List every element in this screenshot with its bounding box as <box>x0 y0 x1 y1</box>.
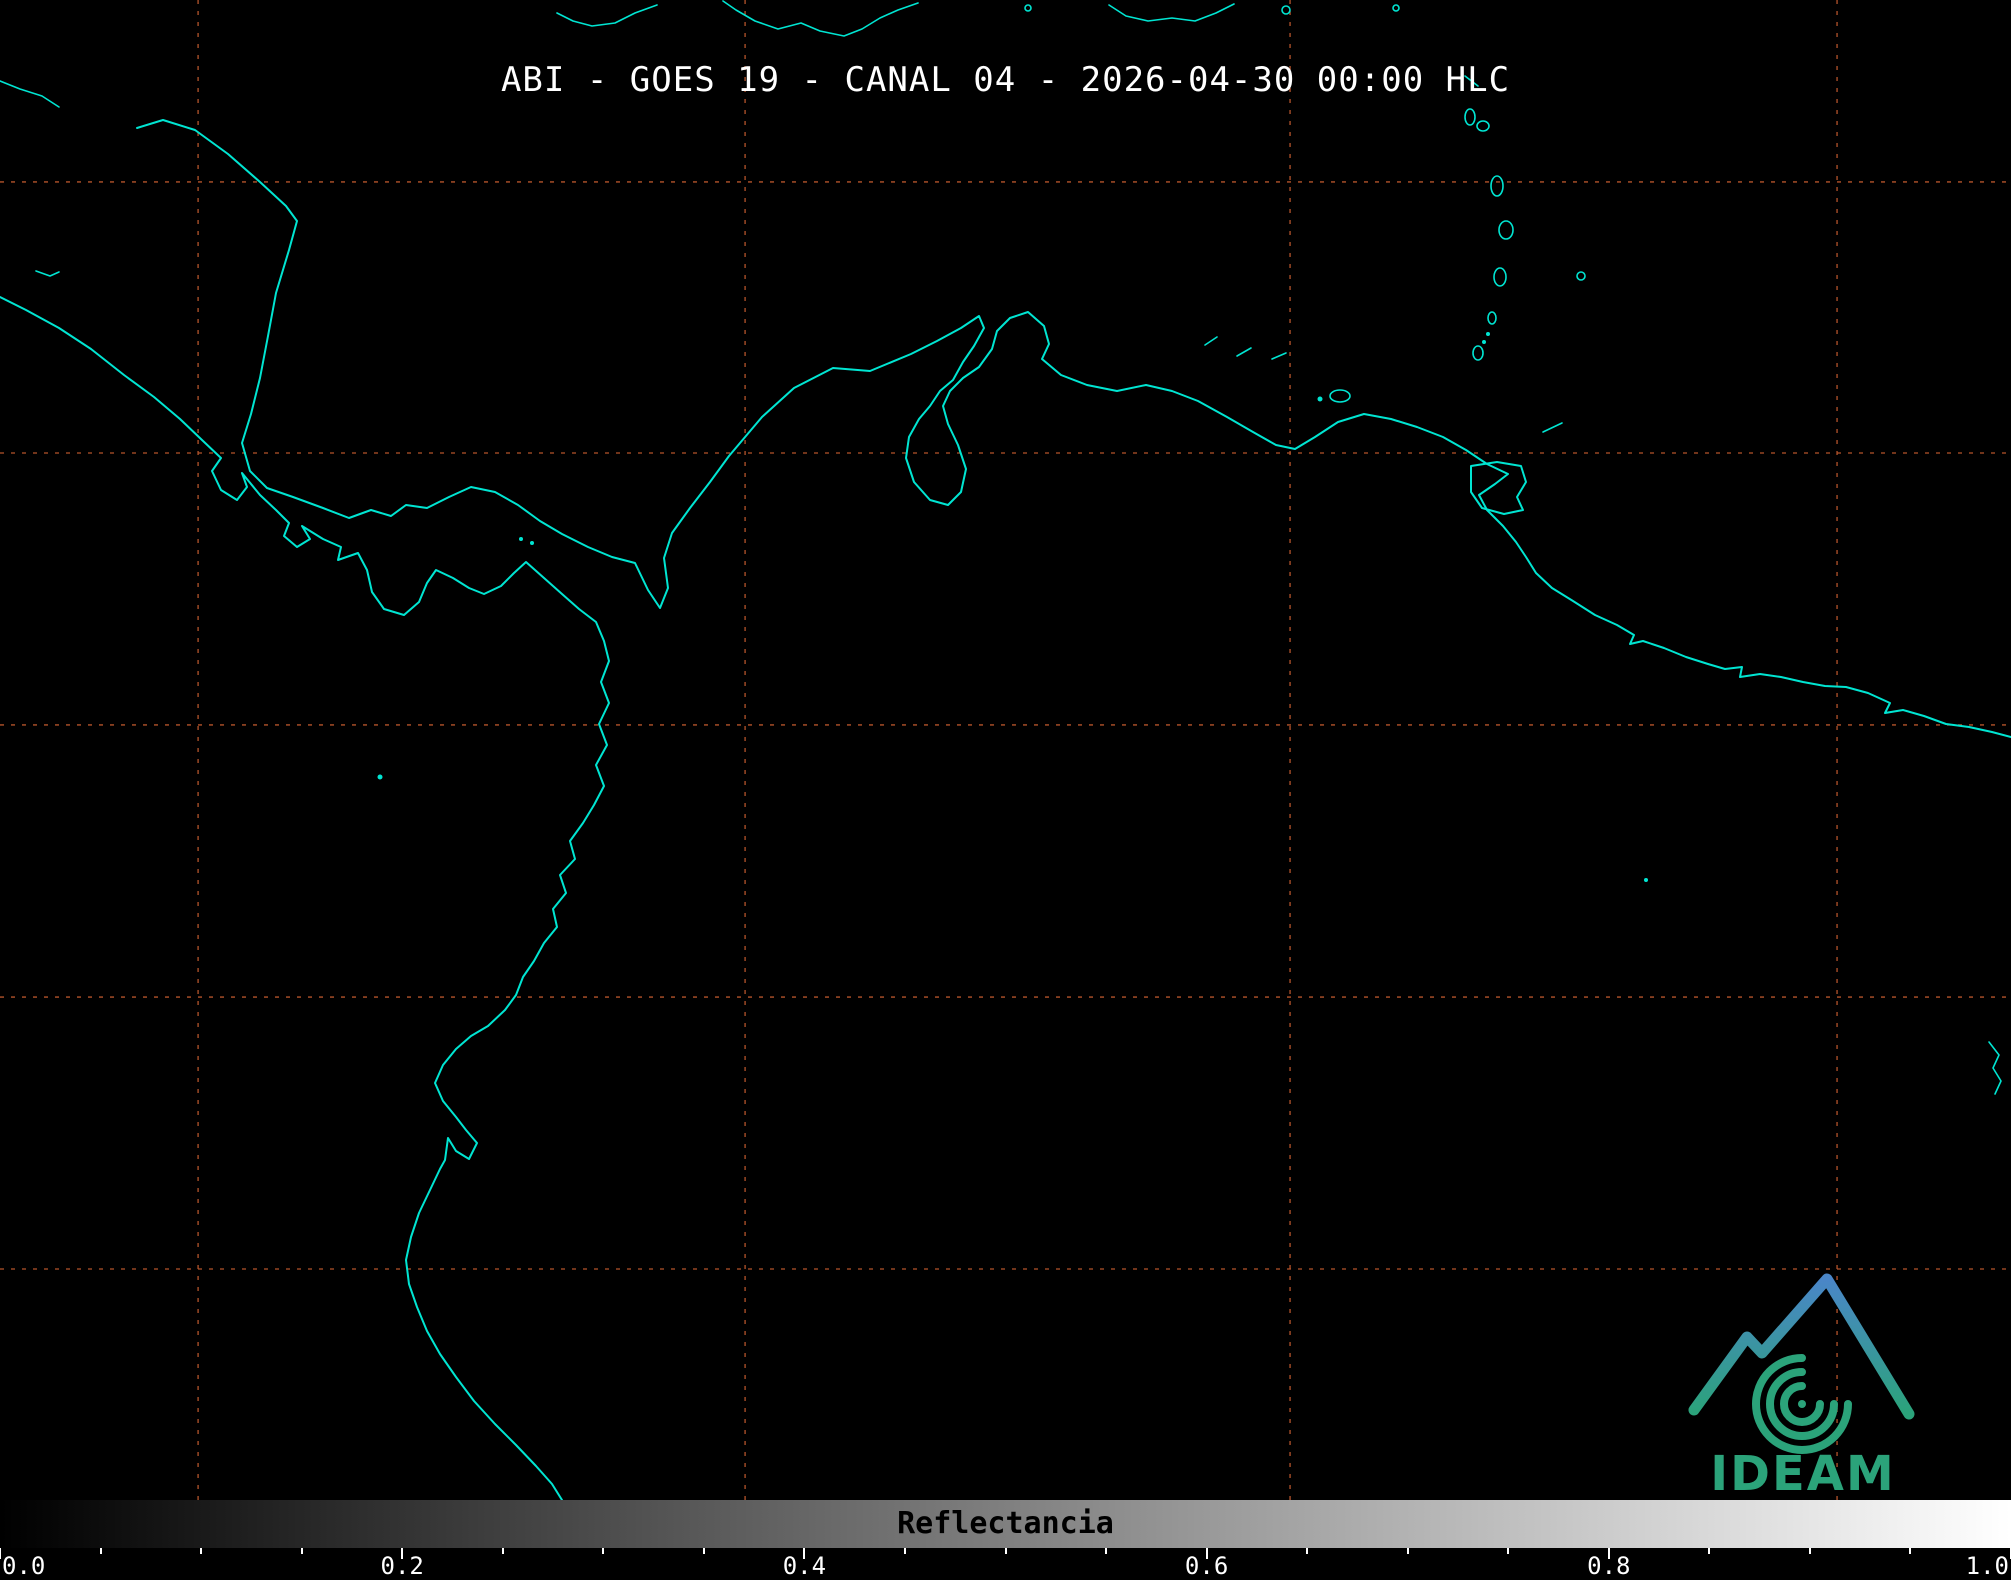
island <box>530 541 534 545</box>
island-fonseca <box>35 270 60 277</box>
island-grenadines <box>1486 332 1490 336</box>
coastline-caribbean-mainland <box>136 119 2011 738</box>
island <box>1644 878 1648 882</box>
coastline-essequibo <box>1988 1041 2002 1095</box>
satellite-map: ABI - GOES 19 - CANAL 04 - 2026-04-30 00… <box>0 0 2011 1500</box>
colorbar-tick-label: 0.0 <box>2 1552 46 1580</box>
island-curacao <box>1236 347 1252 357</box>
island-bonaire <box>1271 352 1287 360</box>
coastline-small-islands <box>35 270 2002 1095</box>
coastline-puerto-rico <box>1108 3 1235 22</box>
island-st-vincent <box>1487 311 1497 325</box>
colorbar-gradient: Reflectancia <box>0 1500 2011 1548</box>
island <box>519 537 523 541</box>
colorbar-tick <box>501 1548 504 1554</box>
island <box>1281 5 1291 15</box>
island-margarita <box>1329 389 1351 403</box>
colorbar-label: Reflectancia <box>897 1505 1114 1541</box>
colorbar-tick <box>602 1548 605 1554</box>
colorbar-tick <box>200 1548 203 1554</box>
colorbar-tick <box>1607 1548 1610 1559</box>
colorbar-tick <box>0 1548 1 1559</box>
colorbar-tick-label: 1.0 <box>1965 1552 2009 1580</box>
colorbar-tick <box>1909 1548 1912 1554</box>
island-tobago <box>1542 422 1563 433</box>
colorbar-tick <box>1105 1548 1108 1554</box>
image-title: ABI - GOES 19 - CANAL 04 - 2026-04-30 00… <box>500 60 1511 100</box>
island-gorgona <box>377 774 383 780</box>
colorbar-tick <box>1205 1548 1208 1559</box>
island-aruba <box>1204 336 1218 346</box>
island-st-lucia <box>1493 267 1507 287</box>
colorbar-tick-strip: 0.0 0.2 0.4 0.6 0.8 1.0 <box>0 1548 2011 1580</box>
colorbar-tick <box>803 1548 806 1559</box>
island-dominica <box>1490 175 1504 197</box>
colorbar-tick <box>1004 1548 1007 1554</box>
coastline-jamaica <box>556 4 658 27</box>
ideam-logo-text: IDEAM <box>1710 1446 1896 1500</box>
colorbar-tick <box>903 1548 906 1554</box>
colorbar-tick <box>99 1548 102 1554</box>
island-guadeloupe <box>1464 108 1476 126</box>
colorbar-tick <box>1507 1548 1510 1554</box>
island <box>1392 4 1400 12</box>
island-grenada <box>1472 345 1484 361</box>
coastlines <box>0 0 2011 1500</box>
logo-spiral-eye <box>1798 1400 1806 1408</box>
colorbar-tick <box>702 1548 705 1554</box>
island <box>1024 4 1032 12</box>
logo-mountain <box>1688 1273 1915 1420</box>
island-coche <box>1317 396 1323 402</box>
island-martinique <box>1498 220 1514 240</box>
colorbar-tick <box>1406 1548 1409 1554</box>
colorbar-tick <box>1306 1548 1309 1554</box>
island-barbados <box>1576 271 1586 281</box>
ideam-logo-graphic <box>1688 1273 1915 1454</box>
coastline-lesser-antilles <box>1464 75 1586 515</box>
coastline-pacific-mainland <box>0 296 610 1500</box>
colorbar-tick <box>401 1548 404 1559</box>
coastline-hispaniola <box>722 0 919 37</box>
coastline-fragment <box>0 80 60 108</box>
island-guadeloupe-east <box>1476 120 1490 132</box>
colorbar-tick <box>1708 1548 1711 1554</box>
island-grenadines <box>1482 340 1486 344</box>
colorbar-tick <box>300 1548 303 1554</box>
colorbar-tick <box>1808 1548 1811 1554</box>
coastline-abc-islands <box>1204 336 1351 403</box>
